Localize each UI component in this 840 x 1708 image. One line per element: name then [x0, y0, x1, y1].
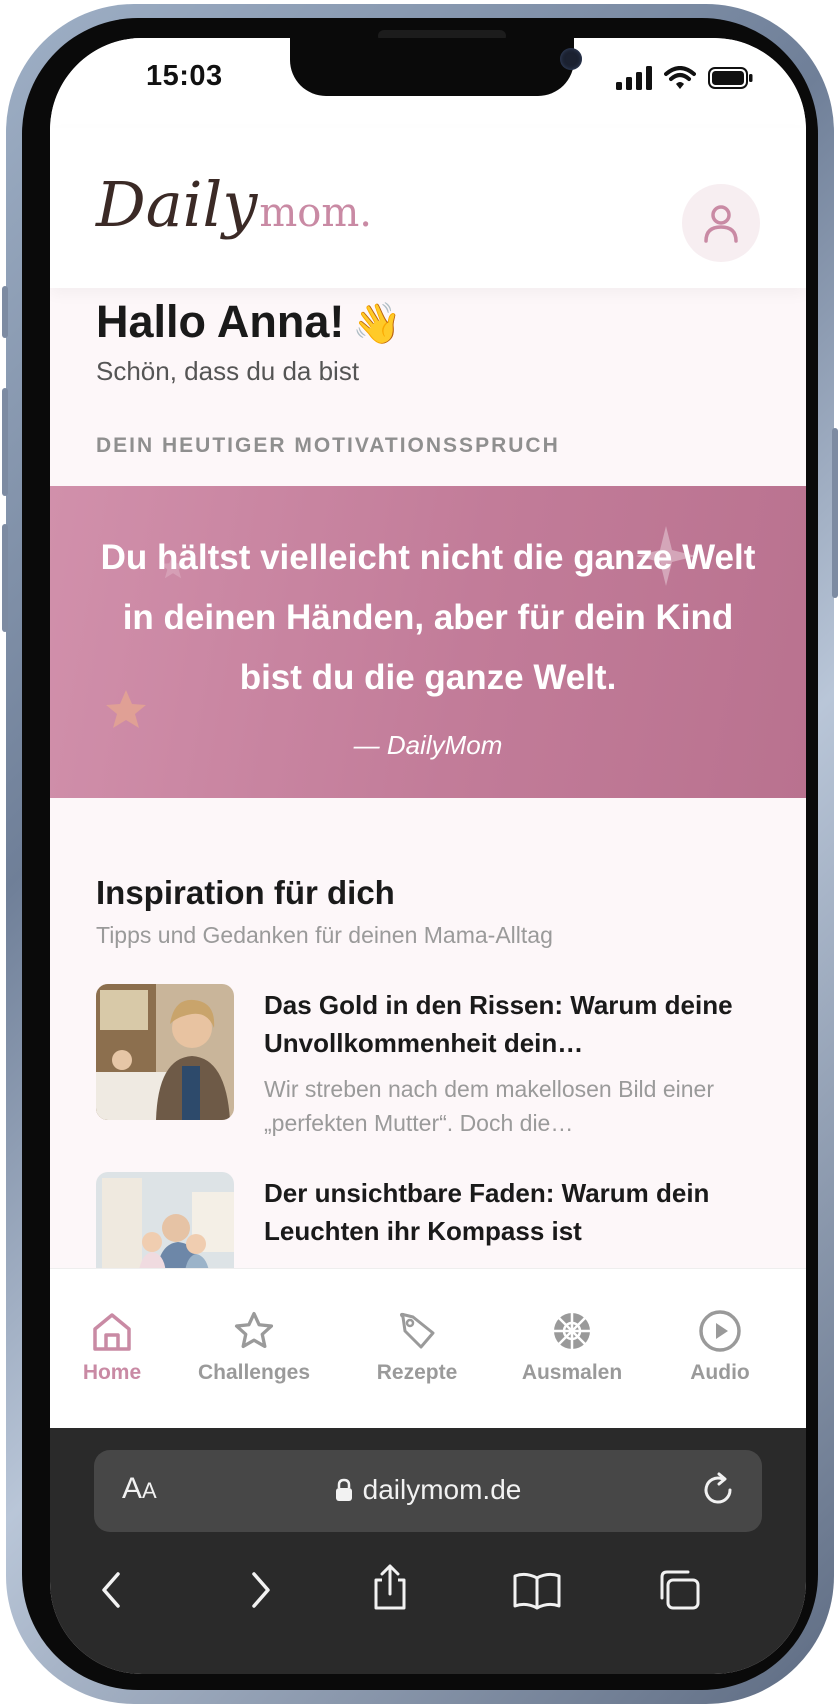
address-bar[interactable]: AA dailymom.de — [94, 1450, 762, 1532]
screen: 15:03 Dailymom. Hallo Anna! 👋 Schön, das… — [50, 38, 806, 1674]
logo-accent-text: mom. — [259, 190, 373, 236]
notch — [290, 38, 582, 96]
logo-main-text: Daily — [96, 168, 258, 241]
nav-label: Audio — [690, 1361, 750, 1384]
volume-down-button — [2, 524, 8, 632]
inspiration-subtitle: Tipps und Gedanken für deinen Mama-Allta… — [96, 922, 553, 948]
star-icon — [234, 1311, 274, 1349]
browser-chrome: AA dailymom.de — [50, 1428, 806, 1674]
motivation-quote-card: Du hältst vielleicht nicht die ganze Wel… — [50, 486, 806, 798]
quote-author: — DailyMom — [353, 730, 503, 760]
nav-ausmalen[interactable]: Ausmalen — [502, 1309, 642, 1385]
nav-label: Challenges — [197, 1361, 311, 1384]
coloring-icon — [554, 1313, 590, 1349]
waving-hand-icon: 👋 — [352, 302, 403, 346]
greeting-title: Hallo Anna! 👋 — [96, 296, 402, 348]
back-icon[interactable] — [98, 1568, 126, 1612]
article-card[interactable]: Das Gold in den Rissen: Warum deine Unvo… — [96, 984, 756, 1136]
phone-frame: 15:03 Dailymom. Hallo Anna! 👋 Schön, das… — [2, 4, 838, 1704]
battery-icon — [708, 67, 753, 89]
url-text: dailymom.de — [362, 1474, 522, 1505]
inspiration-title: Inspiration für dich — [96, 874, 395, 911]
app-header: Dailymom. — [50, 128, 806, 288]
tag-icon — [399, 1312, 435, 1349]
nav-rezepte[interactable]: Rezepte — [347, 1309, 487, 1385]
mute-switch — [2, 286, 8, 338]
status-icons — [616, 66, 754, 90]
tabs-icon[interactable] — [656, 1568, 702, 1612]
power-button — [832, 428, 838, 598]
user-icon — [704, 205, 738, 243]
nav-audio[interactable]: Audio — [650, 1309, 790, 1385]
motivation-label: DEIN HEUTIGER MOTIVATIONSSPRUCH — [96, 434, 560, 457]
url-display[interactable]: dailymom.de — [94, 1474, 762, 1506]
nav-label: Home — [82, 1361, 142, 1384]
nav-challenges[interactable]: Challenges — [184, 1309, 324, 1385]
front-camera — [560, 48, 582, 70]
status-time: 15:03 — [146, 60, 223, 92]
share-icon[interactable] — [368, 1562, 412, 1612]
dailymom-logo[interactable]: Dailymom. — [96, 168, 372, 241]
wifi-icon — [664, 66, 696, 89]
bookmarks-icon[interactable] — [512, 1570, 562, 1610]
article-title: Das Gold in den Rissen: Warum deine Unvo… — [264, 990, 733, 1058]
greeting-text: Hallo Anna! — [96, 296, 345, 347]
forward-icon[interactable] — [246, 1568, 274, 1612]
quote-text: Du hältst vielleicht nicht die ganze Wel… — [100, 538, 756, 697]
profile-button[interactable] — [682, 184, 760, 262]
nav-home[interactable]: Home — [50, 1309, 182, 1385]
article-thumbnail — [96, 984, 234, 1120]
nav-label: Rezepte — [376, 1361, 458, 1384]
home-icon — [93, 1313, 131, 1351]
bottom-navigation: Home Challenges Rezepte Ausmalen Audio — [50, 1268, 806, 1428]
browser-toolbar — [50, 1554, 806, 1634]
article-excerpt: Wir streben nach dem makellosen Bild ein… — [264, 1076, 714, 1136]
cellular-signal-icon — [616, 66, 652, 90]
nav-label: Ausmalen — [521, 1361, 623, 1384]
play-icon — [699, 1310, 741, 1352]
reload-icon[interactable] — [698, 1470, 738, 1510]
volume-up-button — [2, 388, 8, 496]
lock-icon — [335, 1478, 352, 1501]
article-photo-image — [96, 984, 234, 1120]
article-title: Der unsichtbare Faden: Warum dein Leucht… — [264, 1178, 710, 1246]
greeting-subtitle: Schön, dass du da bist — [96, 356, 360, 386]
